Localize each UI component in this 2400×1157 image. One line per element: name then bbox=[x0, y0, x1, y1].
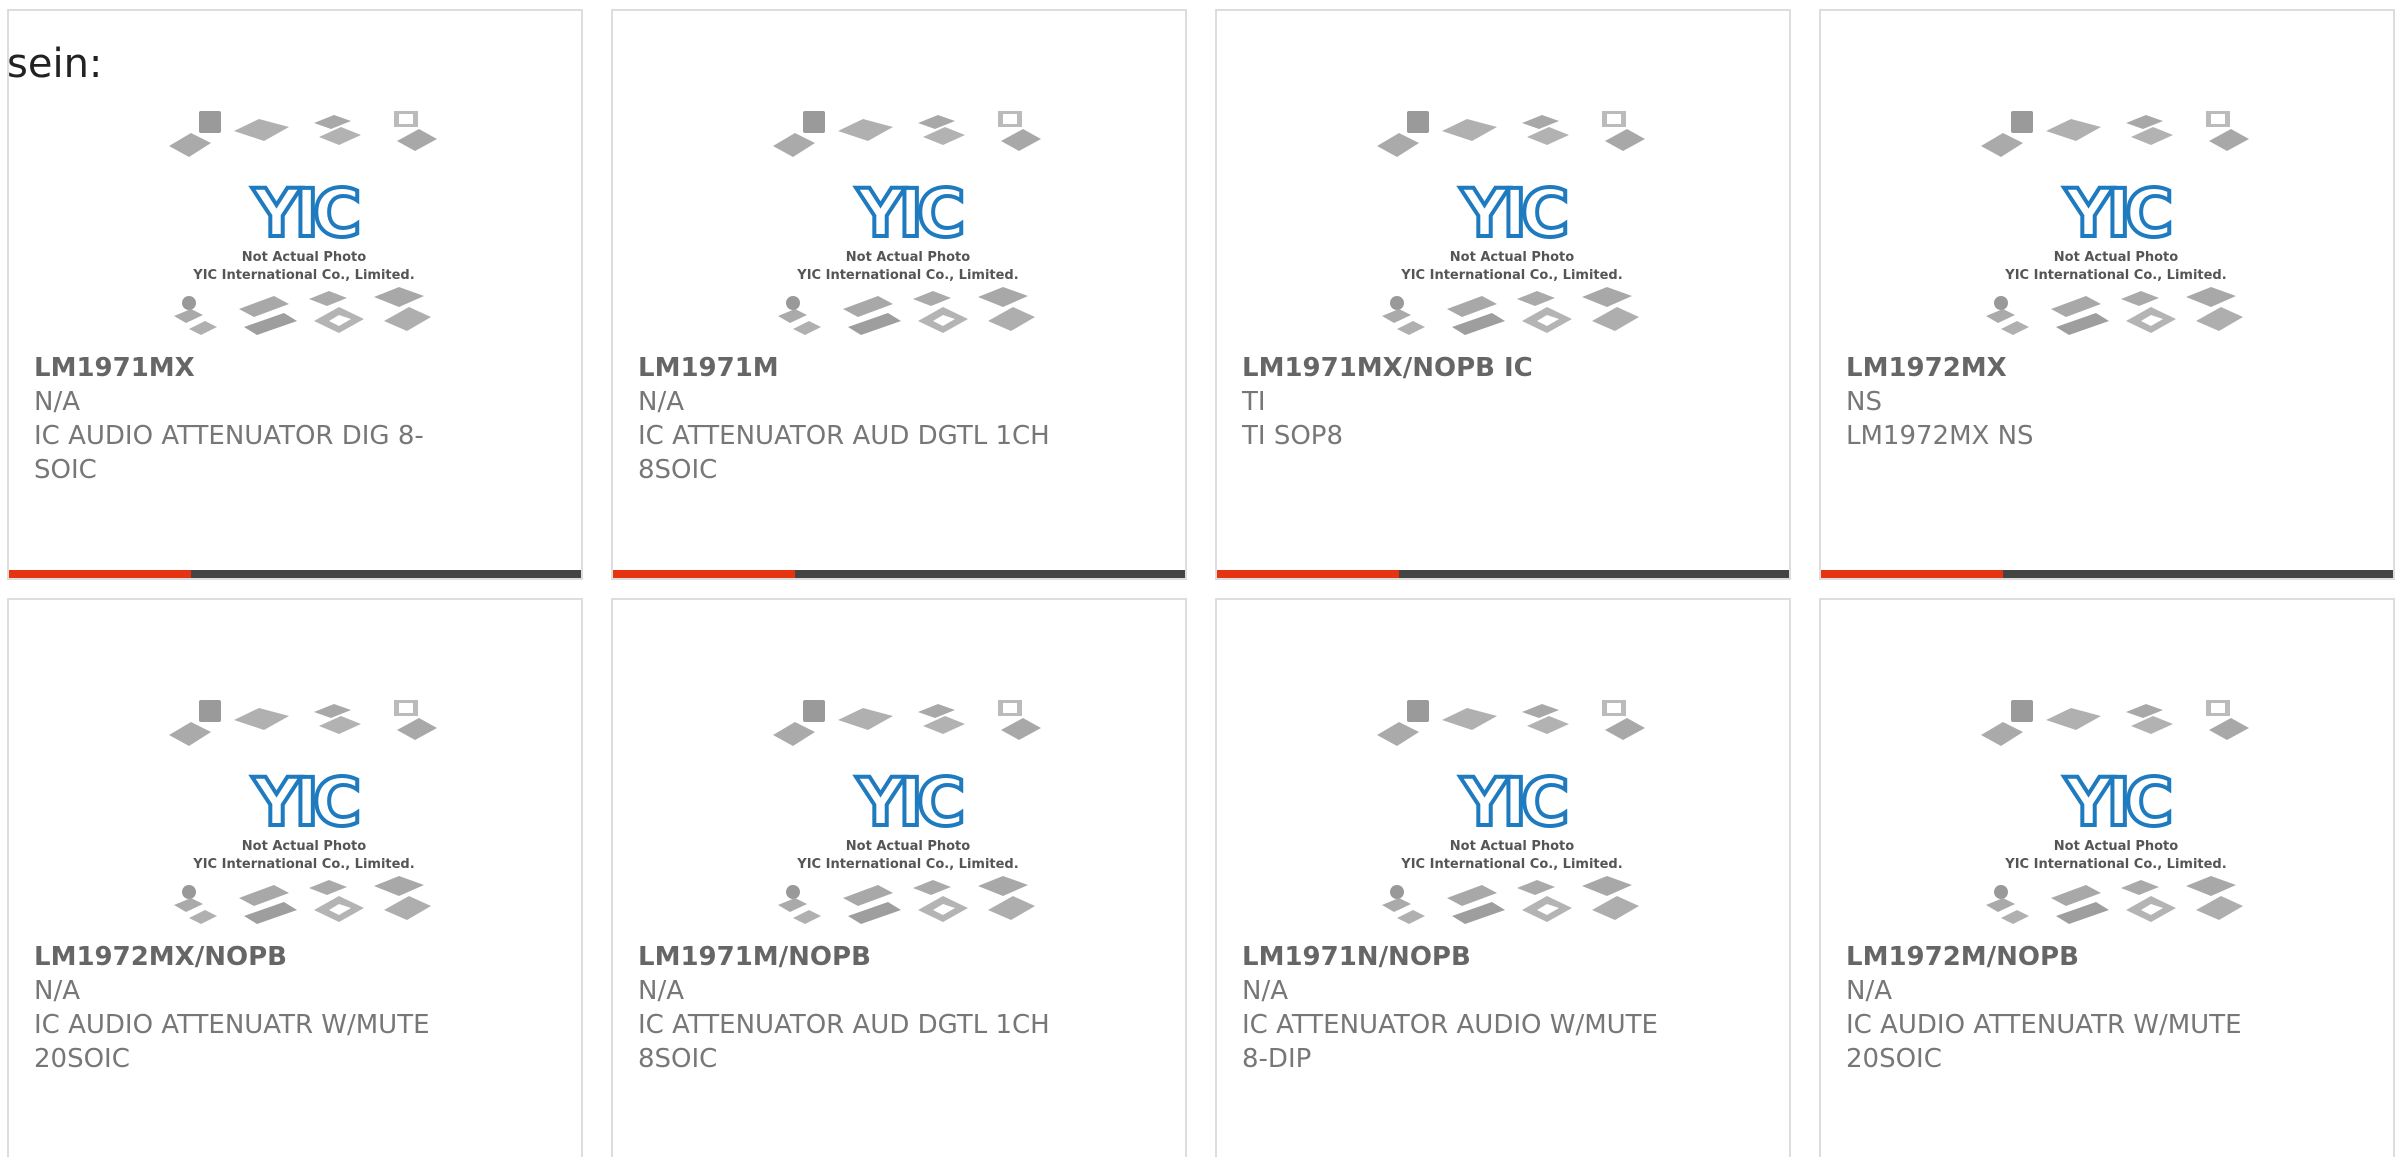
description: TI SOP8 bbox=[1242, 421, 1344, 451]
manufacturer: N/A bbox=[1242, 976, 1288, 1006]
watermark-line2: YIC International Co., Limited. bbox=[796, 268, 1018, 283]
product-info: LM1972MX NS LM1972MX NS bbox=[1846, 351, 2286, 453]
accent-segment bbox=[613, 570, 795, 578]
product-info: LM1971M/NOPB N/A IC ATTENUATOR AUD DGTL … bbox=[638, 940, 1078, 1076]
watermark-line2: YIC International Co., Limited. bbox=[1400, 268, 1622, 283]
accent-segment bbox=[1821, 570, 2003, 578]
watermark-line1: Not Actual Photo bbox=[1450, 250, 1574, 265]
manufacturer: N/A bbox=[1846, 976, 1892, 1006]
watermark-line1: Not Actual Photo bbox=[846, 839, 970, 854]
part-number-link[interactable]: LM1971M bbox=[638, 351, 1078, 385]
product-placeholder-image: Not Actual Photo YIC International Co., … bbox=[1375, 698, 1647, 926]
card-bottom-bar bbox=[613, 570, 1185, 578]
watermark-line2: YIC International Co., Limited. bbox=[2004, 268, 2226, 283]
description: IC AUDIO ATTENUATR W/MUTE 20SOIC bbox=[1846, 1010, 2242, 1074]
product-card[interactable]: Not Actual Photo YIC International Co., … bbox=[611, 598, 1187, 1157]
description: LM1972MX NS bbox=[1846, 421, 2034, 451]
watermark-line1: Not Actual Photo bbox=[242, 839, 366, 854]
manufacturer: N/A bbox=[638, 387, 684, 417]
product-placeholder-image: Not Actual Photo YIC International Co., … bbox=[1979, 109, 2251, 337]
product-placeholder-image: Not Actual Photo YIC International Co., … bbox=[167, 109, 439, 337]
description: IC ATTENUATOR AUD DGTL 1CH 8SOIC bbox=[638, 421, 1050, 485]
intro-text: sein: bbox=[7, 41, 103, 87]
product-card[interactable]: Not Actual Photo YIC International Co., … bbox=[1819, 9, 2395, 580]
watermark-line2: YIC International Co., Limited. bbox=[1400, 857, 1622, 872]
part-number-link[interactable]: LM1972MX/NOPB bbox=[34, 940, 474, 974]
watermark-line1: Not Actual Photo bbox=[2054, 839, 2178, 854]
part-number-link[interactable]: LM1971MX/NOPB IC bbox=[1242, 351, 1682, 385]
watermark-line2: YIC International Co., Limited. bbox=[796, 857, 1018, 872]
manufacturer: N/A bbox=[34, 387, 80, 417]
product-card[interactable]: Not Actual Photo YIC International Co., … bbox=[611, 9, 1187, 580]
product-placeholder-image: Not Actual Photo YIC International Co., … bbox=[771, 109, 1043, 337]
product-info: LM1972MX/NOPB N/A IC AUDIO ATTENUATR W/M… bbox=[34, 940, 474, 1076]
watermark-line1: Not Actual Photo bbox=[846, 250, 970, 265]
description: IC ATTENUATOR AUDIO W/MUTE 8-DIP bbox=[1242, 1010, 1658, 1074]
product-card[interactable]: Not Actual Photo YIC International Co., … bbox=[1819, 598, 2395, 1157]
description: IC AUDIO ATTENUATR W/MUTE 20SOIC bbox=[34, 1010, 430, 1074]
product-card[interactable]: Not Actual Photo YIC International Co., … bbox=[1215, 598, 1791, 1157]
product-placeholder-image: Not Actual Photo YIC International Co., … bbox=[771, 698, 1043, 926]
card-bottom-bar bbox=[1821, 570, 2393, 578]
part-number-link[interactable]: LM1971N/NOPB bbox=[1242, 940, 1682, 974]
part-number-link[interactable]: LM1972M/NOPB bbox=[1846, 940, 2286, 974]
watermark-line1: Not Actual Photo bbox=[2054, 250, 2178, 265]
watermark-line2: YIC International Co., Limited. bbox=[2004, 857, 2226, 872]
product-card[interactable]: Not Actual Photo YIC International Co., … bbox=[1215, 9, 1791, 580]
description: IC ATTENUATOR AUD DGTL 1CH 8SOIC bbox=[638, 1010, 1050, 1074]
product-info: LM1971M N/A IC ATTENUATOR AUD DGTL 1CH 8… bbox=[638, 351, 1078, 487]
description: IC AUDIO ATTENUATOR DIG 8-SOIC bbox=[34, 421, 424, 485]
product-info: LM1971MX/NOPB IC TI TI SOP8 bbox=[1242, 351, 1682, 453]
watermark-line1: Not Actual Photo bbox=[1450, 839, 1574, 854]
accent-segment bbox=[9, 570, 191, 578]
card-bottom-bar bbox=[9, 570, 581, 578]
manufacturer: N/A bbox=[34, 976, 80, 1006]
product-info: LM1972M/NOPB N/A IC AUDIO ATTENUATR W/MU… bbox=[1846, 940, 2286, 1076]
card-bottom-bar bbox=[1217, 570, 1789, 578]
watermark-line2: YIC International Co., Limited. bbox=[192, 857, 414, 872]
part-number-link[interactable]: LM1972MX bbox=[1846, 351, 2286, 385]
manufacturer: N/A bbox=[638, 976, 684, 1006]
watermark-line1: Not Actual Photo bbox=[242, 250, 366, 265]
product-card[interactable]: Not Actual Photo YIC International Co., … bbox=[7, 598, 583, 1157]
watermark-line2: YIC International Co., Limited. bbox=[192, 268, 414, 283]
product-placeholder-image: Not Actual Photo YIC International Co., … bbox=[1979, 698, 2251, 926]
product-card[interactable]: Not Actual Photo YIC International Co., … bbox=[7, 9, 583, 580]
page: sein: Not Actual Photo YIC International… bbox=[0, 0, 2400, 1157]
manufacturer: TI bbox=[1242, 387, 1266, 417]
part-number-link[interactable]: LM1971M/NOPB bbox=[638, 940, 1078, 974]
product-placeholder-image: Not Actual Photo YIC International Co., … bbox=[1375, 109, 1647, 337]
product-info: LM1971N/NOPB N/A IC ATTENUATOR AUDIO W/M… bbox=[1242, 940, 1682, 1076]
part-number-link[interactable]: LM1971MX bbox=[34, 351, 474, 385]
accent-segment bbox=[1217, 570, 1399, 578]
product-placeholder-image: Not Actual Photo YIC International Co., … bbox=[167, 698, 439, 926]
product-info: LM1971MX N/A IC AUDIO ATTENUATOR DIG 8-S… bbox=[34, 351, 474, 487]
manufacturer: NS bbox=[1846, 387, 1882, 417]
